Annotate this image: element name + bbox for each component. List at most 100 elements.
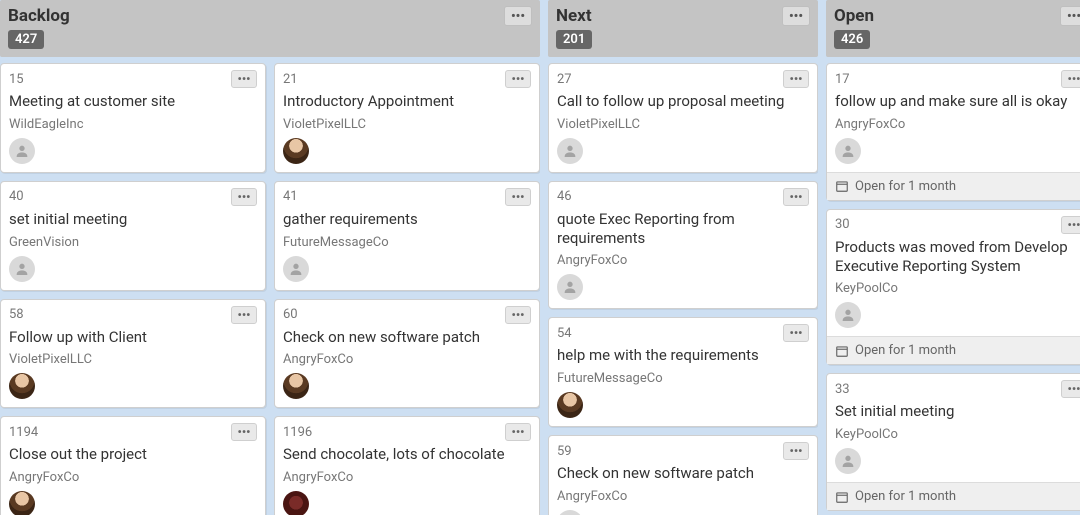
lane-header: Backlog ••• 427 bbox=[0, 0, 540, 57]
card-menu-button[interactable]: ••• bbox=[505, 423, 531, 441]
card-footer: Open for 1 month bbox=[827, 336, 1080, 364]
card-footer: Open for 1 month bbox=[827, 172, 1080, 200]
card-menu-button[interactable]: ••• bbox=[1061, 216, 1080, 234]
avatar bbox=[283, 256, 309, 282]
card-footer-text: Open for 1 month bbox=[855, 179, 956, 194]
lane-count-badge: 427 bbox=[8, 30, 44, 49]
card[interactable]: 1196 ••• Send chocolate, lots of chocolate… bbox=[274, 416, 540, 515]
lane-column: 27•••Call to follow up proposal meetingV… bbox=[548, 63, 818, 515]
card-menu-button[interactable]: ••• bbox=[231, 423, 257, 441]
card-menu-button[interactable]: ••• bbox=[1061, 380, 1080, 398]
avatar bbox=[557, 510, 583, 515]
card-title: Send chocolate, lots of chocolate bbox=[283, 445, 531, 464]
card-title: Set initial meeting bbox=[835, 402, 1080, 421]
card-title: gather requirements bbox=[283, 210, 531, 229]
lane-menu-button[interactable]: ••• bbox=[782, 6, 810, 26]
avatar bbox=[557, 392, 583, 418]
lane-open: Open•••42617•••follow up and make sure a… bbox=[826, 0, 1080, 515]
card-menu-button[interactable]: ••• bbox=[231, 70, 257, 88]
card[interactable]: 46 ••• quote Exec Reporting from requireme… bbox=[548, 181, 818, 310]
card-subtitle: KeyPoolCo bbox=[835, 281, 1080, 296]
card-menu-button[interactable]: ••• bbox=[505, 188, 531, 206]
avatar bbox=[283, 491, 309, 515]
card-menu-button[interactable]: ••• bbox=[231, 188, 257, 206]
card[interactable]: 15 ••• Meeting at customer site WildEagleIn… bbox=[0, 63, 266, 173]
lane-column: 21•••Introductory AppointmentVioletPixel… bbox=[274, 63, 540, 515]
lane-title: Next bbox=[556, 6, 592, 26]
card-menu-button[interactable]: ••• bbox=[505, 306, 531, 324]
lane-count-badge: 201 bbox=[556, 30, 592, 49]
card[interactable]: 17•••follow up and make sure all is okay… bbox=[826, 63, 1080, 201]
card-subtitle: VioletPixelLLC bbox=[9, 352, 257, 367]
card-footer: Open for 1 month bbox=[827, 482, 1080, 510]
card-subtitle: AngryFoxCo bbox=[557, 253, 809, 268]
card-title: quote Exec Reporting from requirements bbox=[557, 210, 809, 248]
avatar bbox=[9, 256, 35, 282]
lane-header: Open ••• 426 bbox=[826, 0, 1080, 57]
card-subtitle: AngryFoxCo bbox=[9, 470, 257, 485]
card[interactable]: 54•••help me with the requirementsFuture… bbox=[548, 317, 818, 427]
card-title: Call to follow up proposal meeting bbox=[557, 92, 809, 111]
card[interactable]: 33•••Set initial meetingKeyPoolCoOpen fo… bbox=[826, 373, 1080, 511]
kanban-board: Backlog ••• 427 15 ••• Meeting at customer si… bbox=[0, 0, 1080, 515]
card[interactable]: 27•••Call to follow up proposal meetingV… bbox=[548, 63, 818, 173]
card-id: 15 bbox=[9, 72, 24, 87]
card-menu-button[interactable]: ••• bbox=[783, 324, 809, 342]
card-title: Check on new software patch bbox=[557, 464, 809, 483]
card-id: 30 bbox=[835, 217, 850, 232]
card-footer-text: Open for 1 month bbox=[855, 343, 956, 358]
card-title: Introductory Appointment bbox=[283, 92, 531, 111]
lane-menu-button[interactable]: ••• bbox=[1060, 6, 1080, 26]
card-title: help me with the requirements bbox=[557, 346, 809, 365]
card-menu-button[interactable]: ••• bbox=[505, 70, 531, 88]
card-id: 59 bbox=[557, 444, 572, 459]
lane-column: 15 ••• Meeting at customer site WildEagleIn… bbox=[0, 63, 266, 515]
lane-column: 17•••follow up and make sure all is okay… bbox=[826, 63, 1080, 511]
lane-title: Open bbox=[834, 6, 874, 26]
lane-count-badge: 426 bbox=[834, 30, 870, 49]
card-subtitle: FutureMessageCo bbox=[283, 235, 531, 250]
card[interactable]: 40 ••• set initial meeting GreenVision bbox=[0, 181, 266, 291]
card-subtitle: AngryFoxCo bbox=[557, 489, 809, 504]
card[interactable]: 59 ••• Check on new software patch AngryFox… bbox=[548, 435, 818, 515]
lane-backlog: Backlog ••• 427 15 ••• Meeting at customer si… bbox=[0, 0, 540, 515]
card[interactable]: 41•••gather requirementsFutureMessageCo bbox=[274, 181, 540, 291]
card-menu-button[interactable]: ••• bbox=[783, 70, 809, 88]
lane-next: Next•••20127•••Call to follow up proposa… bbox=[548, 0, 818, 515]
card-footer-text: Open for 1 month bbox=[855, 489, 956, 504]
card-title: Check on new software patch bbox=[283, 328, 531, 347]
card-subtitle: VioletPixelLLC bbox=[557, 117, 809, 132]
avatar bbox=[9, 491, 35, 515]
card-subtitle: GreenVision bbox=[9, 235, 257, 250]
card-subtitle: AngryFoxCo bbox=[283, 470, 531, 485]
card-id: 58 bbox=[9, 307, 24, 322]
avatar bbox=[9, 373, 35, 399]
lane-title: Backlog bbox=[8, 6, 70, 26]
avatar bbox=[557, 274, 583, 300]
card-id: 46 bbox=[557, 189, 572, 204]
card-subtitle: AngryFoxCo bbox=[283, 352, 531, 367]
card-title: Products was moved from Develop Executiv… bbox=[835, 238, 1080, 276]
card-id: 21 bbox=[283, 72, 298, 87]
card-subtitle: WildEagleInc bbox=[9, 117, 257, 132]
card-id: 1196 bbox=[283, 425, 312, 440]
card[interactable]: 21•••Introductory AppointmentVioletPixel… bbox=[274, 63, 540, 173]
card-id: 17 bbox=[835, 72, 850, 87]
card-title: Close out the project bbox=[9, 445, 257, 464]
card-menu-button[interactable]: ••• bbox=[783, 442, 809, 460]
avatar bbox=[835, 302, 861, 328]
lane-menu-button[interactable]: ••• bbox=[504, 6, 532, 26]
card[interactable]: 30 ••• Products was moved from Develop Exe… bbox=[826, 209, 1080, 366]
card[interactable]: 60•••Check on new software patchAngryFox… bbox=[274, 299, 540, 409]
avatar bbox=[9, 138, 35, 164]
card-menu-button[interactable]: ••• bbox=[231, 306, 257, 324]
card[interactable]: 1194 ••• Close out the project AngryFoxCo bbox=[0, 416, 266, 515]
card-title: set initial meeting bbox=[9, 210, 257, 229]
avatar bbox=[557, 138, 583, 164]
card[interactable]: 58•••Follow up with ClientVioletPixelLLC bbox=[0, 299, 266, 409]
card-id: 40 bbox=[9, 189, 24, 204]
card-id: 1194 bbox=[9, 425, 38, 440]
card-menu-button[interactable]: ••• bbox=[1061, 70, 1080, 88]
card-title: Meeting at customer site bbox=[9, 92, 257, 111]
card-menu-button[interactable]: ••• bbox=[783, 188, 809, 206]
